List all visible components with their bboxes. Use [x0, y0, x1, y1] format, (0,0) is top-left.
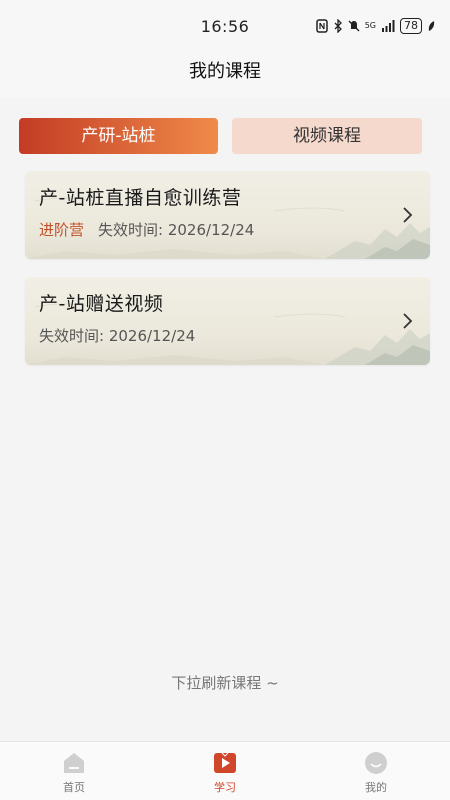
battery-level: 78	[404, 19, 418, 32]
profile-smile-icon	[365, 752, 387, 774]
course-card[interactable]: 产-站赠送视频 失效时间: 2026/12/24	[25, 277, 430, 365]
refresh-hint: 下拉刷新课程 ~	[171, 674, 279, 692]
nav-mine[interactable]: 我的	[316, 742, 436, 800]
nav-study-label: 学习	[214, 781, 236, 794]
course-expiry: 失效时间: 2026/12/24	[39, 327, 196, 345]
chevron-right-icon	[403, 207, 413, 223]
mute-icon	[348, 20, 360, 32]
network-label: 5G	[364, 21, 376, 30]
nav-mine-label: 我的	[365, 781, 387, 794]
nfc-icon	[315, 19, 328, 33]
status-icons: 5G 78	[315, 16, 436, 36]
signal-icon	[382, 20, 395, 32]
battery-icon: 78	[400, 18, 422, 34]
course-expiry: 失效时间: 2026/12/24	[98, 221, 255, 239]
course-tag: 进阶营	[39, 221, 85, 239]
course-card[interactable]: 产-站桩直播自愈训练营 进阶营 失效时间: 2026/12/24	[25, 171, 430, 259]
page-title: 我的课程	[189, 61, 261, 82]
course-meta: 进阶营 失效时间: 2026/12/24	[39, 219, 254, 240]
leaf-icon	[428, 20, 435, 31]
header: 我的课程	[0, 52, 450, 98]
nav-home[interactable]: 首页	[14, 742, 134, 800]
status-bar: 16:56 5G 78	[0, 0, 450, 52]
tab-video-courses[interactable]: 视频课程	[232, 118, 422, 154]
course-title: 产-站桩直播自愈训练营	[39, 187, 242, 209]
chevron-right-icon	[403, 313, 413, 329]
nav-home-label: 首页	[63, 781, 85, 794]
course-meta: 失效时间: 2026/12/24	[39, 325, 195, 346]
study-play-icon	[214, 752, 236, 773]
bottom-nav: 首页 学习 我的	[0, 741, 450, 800]
bluetooth-icon	[334, 19, 342, 33]
course-tabs: 产研-站桩 视频课程	[19, 118, 422, 154]
tab-station-training[interactable]: 产研-站桩	[19, 118, 218, 154]
course-title: 产-站赠送视频	[39, 293, 164, 315]
nav-study[interactable]: 学习	[165, 742, 285, 800]
home-icon	[64, 753, 84, 773]
